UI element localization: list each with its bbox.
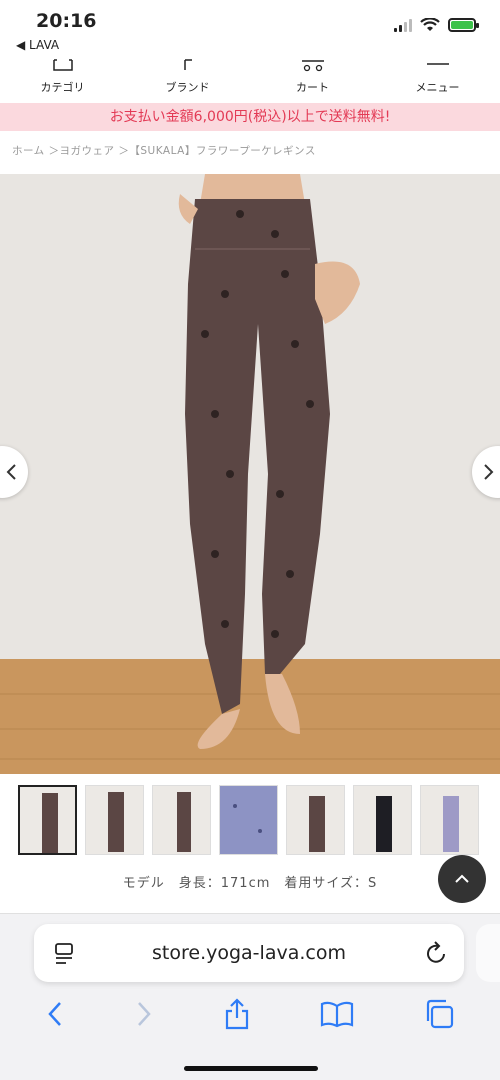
reload-icon[interactable]	[424, 940, 448, 966]
back-to-app-link[interactable]: ◀ LAVA	[16, 38, 59, 52]
share-icon[interactable]	[223, 998, 251, 1030]
back-icon[interactable]	[45, 1000, 65, 1028]
product-main-image[interactable]	[0, 174, 500, 774]
thumbnail[interactable]	[219, 785, 278, 855]
model-size-info: モデル 身長：171cm 着用サイズ：S	[122, 876, 378, 891]
wifi-icon	[420, 18, 440, 31]
nav-menu[interactable]: メニュー	[375, 56, 500, 102]
next-tab-peek[interactable]	[476, 924, 500, 982]
breadcrumb[interactable]: ホーム ＞ヨガウェア ＞【SUKALA】フラワープーケレギンス	[12, 143, 316, 158]
hanger-icon	[52, 56, 74, 74]
tabs-icon[interactable]	[423, 998, 455, 1030]
forward-icon[interactable]	[134, 1000, 154, 1028]
status-icons	[394, 18, 479, 32]
nav-cart-label: カート	[296, 81, 329, 94]
thumbnail[interactable]	[286, 785, 345, 855]
browser-tools	[0, 994, 500, 1034]
nav-brand-label: ブランド	[165, 81, 210, 94]
chevron-right-icon	[484, 464, 494, 480]
thumbnail[interactable]	[353, 785, 412, 855]
thumbnail[interactable]	[152, 785, 211, 855]
thumbnail-strip	[18, 785, 479, 855]
signal-icon	[394, 18, 412, 32]
nav-menu-label: メニュー	[415, 81, 460, 94]
thumbnail[interactable]	[18, 785, 77, 855]
cart-icon	[300, 56, 326, 74]
thumbnail[interactable]	[420, 785, 479, 855]
nav-brand[interactable]: ブランド	[125, 56, 250, 102]
status-bar: 20:16 ◀ LAVA	[0, 0, 500, 56]
chevron-up-icon	[455, 874, 469, 883]
address-bar[interactable]: store.yoga-lava.com	[34, 924, 464, 982]
scroll-to-top-button[interactable]	[438, 855, 486, 903]
chevron-left-icon	[6, 464, 16, 480]
nav-category-label: カテゴリ	[40, 81, 85, 94]
home-indicator	[184, 1066, 318, 1071]
url-text: store.yoga-lava.com	[152, 942, 346, 964]
nav-category[interactable]: カテゴリ	[0, 56, 125, 102]
menu-icon	[425, 56, 451, 74]
site-nav: カテゴリ ブランド カート メニュー	[0, 56, 500, 102]
brand-icon	[181, 56, 195, 74]
battery-icon	[448, 18, 479, 32]
bookmarks-icon[interactable]	[320, 1000, 354, 1028]
clock: 20:16	[36, 10, 97, 32]
nav-cart[interactable]: カート	[250, 56, 375, 102]
browser-toolbar: store.yoga-lava.com	[0, 913, 500, 1080]
product-photo	[0, 174, 500, 774]
free-shipping-banner[interactable]: お支払い金額6,000円(税込)以上で送料無料!	[0, 103, 500, 131]
thumbnail[interactable]	[85, 785, 144, 855]
